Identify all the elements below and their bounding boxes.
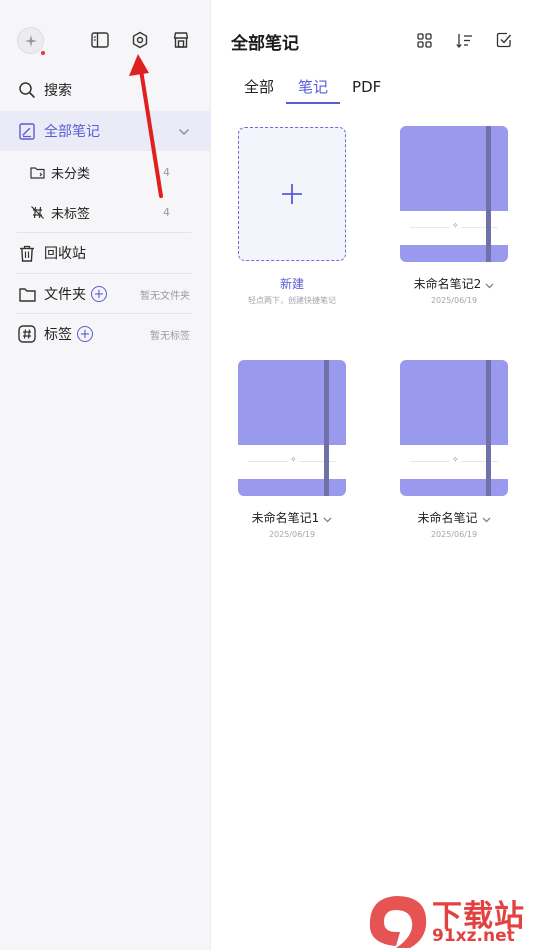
chevron-down-icon[interactable] bbox=[482, 512, 491, 526]
sparkle-icon: ✧ bbox=[450, 221, 461, 230]
tab-notes[interactable]: 笔记 bbox=[286, 76, 341, 104]
sidebar: 搜索 全部笔记 未分类 4 未标签 4 回收站 文件夹 + 暂无文件夹 标签 +… bbox=[0, 0, 211, 950]
empty-tags-hint: 暂无标签 bbox=[150, 330, 190, 342]
grid-view-icon[interactable] bbox=[415, 31, 433, 49]
sidebar-item-label: 未分类 bbox=[51, 166, 91, 182]
trash-icon bbox=[17, 243, 37, 263]
sparkle-icon: ✧ bbox=[450, 455, 461, 464]
tag-off-icon bbox=[29, 202, 45, 222]
chevron-down-icon[interactable] bbox=[485, 278, 494, 292]
notebook-date: 2025/06/19 bbox=[430, 530, 478, 539]
sidebar-item-tags[interactable]: 标签 + 暂无标签 bbox=[0, 314, 211, 354]
hash-tag-icon bbox=[17, 324, 37, 344]
notebook-card[interactable]: ✧ 未命名笔记2 2025/06/19 bbox=[400, 126, 508, 305]
note-edit-icon bbox=[17, 121, 37, 141]
new-note-label: 新建 bbox=[279, 277, 304, 291]
sidebar-item-folders[interactable]: 文件夹 + 暂无文件夹 bbox=[0, 274, 211, 314]
store-icon[interactable] bbox=[170, 29, 192, 51]
sidebar-toolbar bbox=[0, 26, 211, 56]
chevron-down-icon[interactable] bbox=[178, 124, 190, 140]
sidebar-item-trash[interactable]: 回收站 bbox=[0, 233, 211, 273]
sidebar-item-label: 未标签 bbox=[51, 206, 91, 222]
settings-gear-icon[interactable] bbox=[129, 29, 151, 51]
page-title: 全部笔记 bbox=[231, 34, 299, 54]
notebook-date: 2025/06/19 bbox=[430, 296, 478, 305]
new-note-button[interactable] bbox=[238, 127, 346, 261]
watermark-url: 91xz.net bbox=[432, 926, 515, 946]
plus-icon bbox=[282, 184, 302, 204]
new-note-hint: 轻点两下，创建快捷笔记 bbox=[248, 296, 336, 305]
add-folder-button[interactable]: + bbox=[91, 286, 107, 302]
search-icon bbox=[17, 80, 37, 100]
sidebar-item-uncategorized[interactable]: 未分类 4 bbox=[0, 152, 211, 192]
notebook-date: 2025/06/19 bbox=[268, 530, 316, 539]
sidebar-item-search[interactable]: 搜索 bbox=[0, 70, 211, 110]
sidebar-item-label: 标签 bbox=[44, 327, 72, 343]
notebook-cover[interactable]: ✧ bbox=[400, 126, 508, 262]
sparkle-icon: ✧ bbox=[288, 455, 299, 464]
avatar[interactable] bbox=[17, 27, 45, 55]
tab-all[interactable]: 全部 bbox=[233, 76, 286, 102]
notebook-title[interactable]: 未命名笔记1 bbox=[252, 511, 320, 525]
new-note-card[interactable]: 新建 轻点两下，创建快捷笔记 bbox=[238, 127, 346, 306]
sidebar-item-label: 文件夹 bbox=[44, 287, 86, 303]
notebook-cover[interactable]: ✧ bbox=[400, 360, 508, 496]
sort-icon[interactable] bbox=[455, 31, 473, 49]
chevron-down-icon[interactable] bbox=[323, 512, 332, 526]
folder-icon bbox=[17, 284, 37, 304]
empty-folders-hint: 暂无文件夹 bbox=[140, 290, 190, 302]
sidebar-item-label: 搜索 bbox=[44, 83, 72, 99]
notebook-card[interactable]: ✧ 未命名笔记1 2025/06/19 bbox=[238, 360, 346, 539]
sidebar-item-label: 回收站 bbox=[44, 246, 86, 262]
notebook-title[interactable]: 未命名笔记2 bbox=[414, 277, 482, 291]
sidebar-toggle-icon[interactable] bbox=[89, 29, 111, 51]
select-checkbox-icon[interactable] bbox=[495, 31, 513, 49]
sidebar-item-all-notes[interactable]: 全部笔记 bbox=[0, 111, 211, 151]
notebook-card[interactable]: ✧ 未命名笔记 2025/06/19 bbox=[400, 360, 508, 539]
sidebar-item-label: 全部笔记 bbox=[44, 124, 100, 140]
sidebar-item-untagged[interactable]: 未标签 4 bbox=[0, 192, 211, 232]
filter-tabs: 全部 笔记 PDF bbox=[233, 76, 393, 104]
notebook-cover[interactable]: ✧ bbox=[238, 360, 346, 496]
notification-dot bbox=[41, 51, 45, 55]
main-panel: 全部笔记 全部 笔记 PDF 新建 轻点两下，创建快捷笔记 ✧ 未命名笔记2 2… bbox=[211, 0, 534, 950]
annotation-arrow bbox=[129, 54, 163, 198]
add-tag-button[interactable]: + bbox=[77, 326, 93, 342]
tab-pdf[interactable]: PDF bbox=[340, 76, 393, 102]
sparkle-icon bbox=[24, 34, 37, 47]
folder-question-icon bbox=[29, 162, 45, 182]
item-count: 4 bbox=[163, 205, 170, 219]
notebook-title[interactable]: 未命名笔记 bbox=[417, 511, 477, 525]
